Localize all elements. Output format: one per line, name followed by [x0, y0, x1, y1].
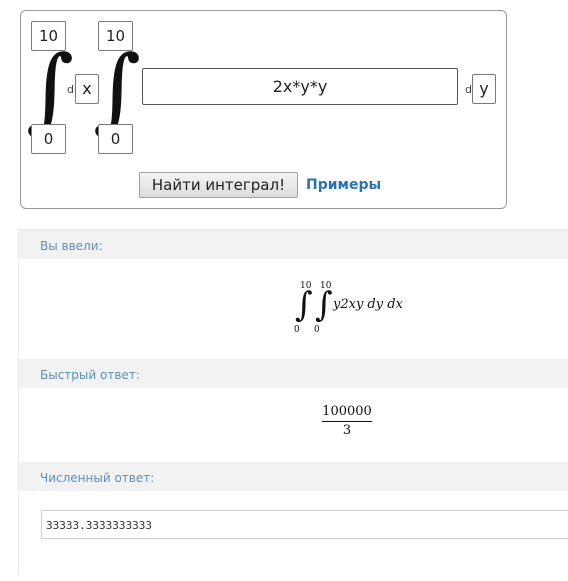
d-label-y: d	[465, 83, 472, 96]
you-entered-body: 10 ∫ 0 10 ∫ 0 y2xy dy dx	[19, 259, 568, 359]
formula-outer-lower: 0	[294, 325, 300, 335]
quick-answer-fraction: 100000 3	[322, 404, 372, 439]
formula-integrand: y2xy dy dx	[333, 297, 403, 312]
entered-integral-formula: 10 ∫ 0 10 ∫ 0 y2xy dy dx	[291, 281, 451, 341]
formula-inner-lower: 0	[314, 325, 320, 335]
you-entered-header: Вы ввели:	[19, 230, 568, 259]
results-section: Вы ввели: 10 ∫ 0 10 ∫ 0 y2xy dy dx Быстр…	[18, 229, 568, 581]
d-label-x: d	[67, 83, 74, 96]
formula-inner-integral-icon: ∫	[315, 285, 333, 325]
fraction-denominator: 3	[342, 423, 352, 438]
quick-answer-label: Быстрый ответ:	[40, 368, 140, 382]
fraction-numerator: 100000	[322, 404, 372, 419]
quick-answer-header: Быстрый ответ:	[19, 359, 568, 388]
inner-lower-limit-field[interactable]: 0	[98, 124, 133, 154]
you-entered-label: Вы ввели:	[40, 239, 103, 253]
outer-lower-limit-field[interactable]: 0	[31, 124, 66, 154]
numeric-answer-header: Численный ответ:	[19, 462, 568, 491]
find-integral-button[interactable]: Найти интеграл!	[139, 172, 298, 198]
formula-outer-integral-icon: ∫	[295, 285, 313, 325]
numeric-answer-label: Численный ответ:	[40, 471, 155, 485]
inner-variable-field[interactable]: y	[472, 74, 496, 104]
numeric-answer-field[interactable]: 33333.3333333333	[41, 510, 568, 539]
quick-answer-body: 100000 3	[19, 388, 568, 462]
examples-link[interactable]: Примеры	[306, 177, 381, 193]
integral-calculator-panel: 10 ∫ 0 d x 10 ∫ 0 2x*y*y d y Найти интег…	[20, 10, 507, 209]
integrand-input[interactable]: 2x*y*y	[142, 68, 458, 105]
inner-integral-symbol: ∫	[93, 36, 141, 143]
fraction-bar	[322, 421, 372, 422]
